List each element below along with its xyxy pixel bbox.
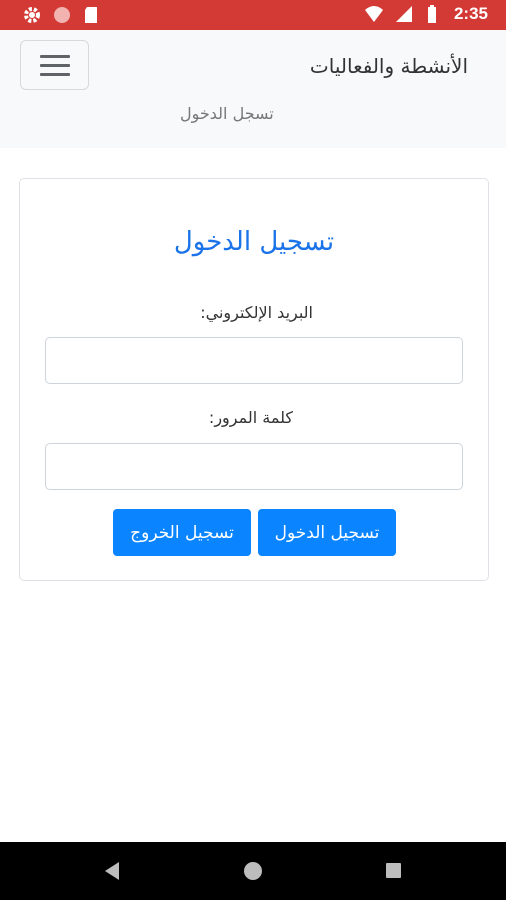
navbar-brand[interactable]: الأنشطة والفعاليات <box>310 54 468 78</box>
status-time: 2:35 <box>453 4 488 23</box>
android-nav-bar <box>0 842 506 900</box>
wifi-icon <box>364 6 383 22</box>
login-card: تسجيل الدخول البريد الإلكتروني: كلمة الم… <box>19 178 489 581</box>
home-icon[interactable] <box>244 862 262 880</box>
sd-card-icon <box>85 7 97 23</box>
password-field[interactable] <box>45 443 463 490</box>
nav-link-login[interactable]: تسجل الدخول <box>180 104 274 123</box>
battery-icon <box>427 5 436 23</box>
email-field[interactable] <box>45 337 463 384</box>
password-label: كلمة المرور: <box>208 408 293 427</box>
hamburger-menu-icon <box>40 55 70 58</box>
logout-button[interactable]: تسجيل الخروج <box>113 509 251 556</box>
back-icon[interactable] <box>105 862 119 880</box>
status-left-icons <box>22 5 102 25</box>
navbar: الأنشطة والفعاليات تسجل الدخول <box>0 30 506 148</box>
email-label: البريد الإلكتروني: <box>200 303 313 322</box>
login-button[interactable]: تسجيل الدخول <box>258 509 396 556</box>
circle-icon <box>54 7 70 23</box>
recent-apps-icon[interactable] <box>386 863 401 878</box>
status-right-icons: 2:35 <box>364 4 488 24</box>
menu-toggle-button[interactable] <box>20 40 89 90</box>
signal-icon <box>395 6 412 22</box>
card-title: تسجيل الدخول <box>173 227 335 257</box>
gear-icon <box>24 7 40 23</box>
status-bar: 2:35 <box>0 0 506 30</box>
